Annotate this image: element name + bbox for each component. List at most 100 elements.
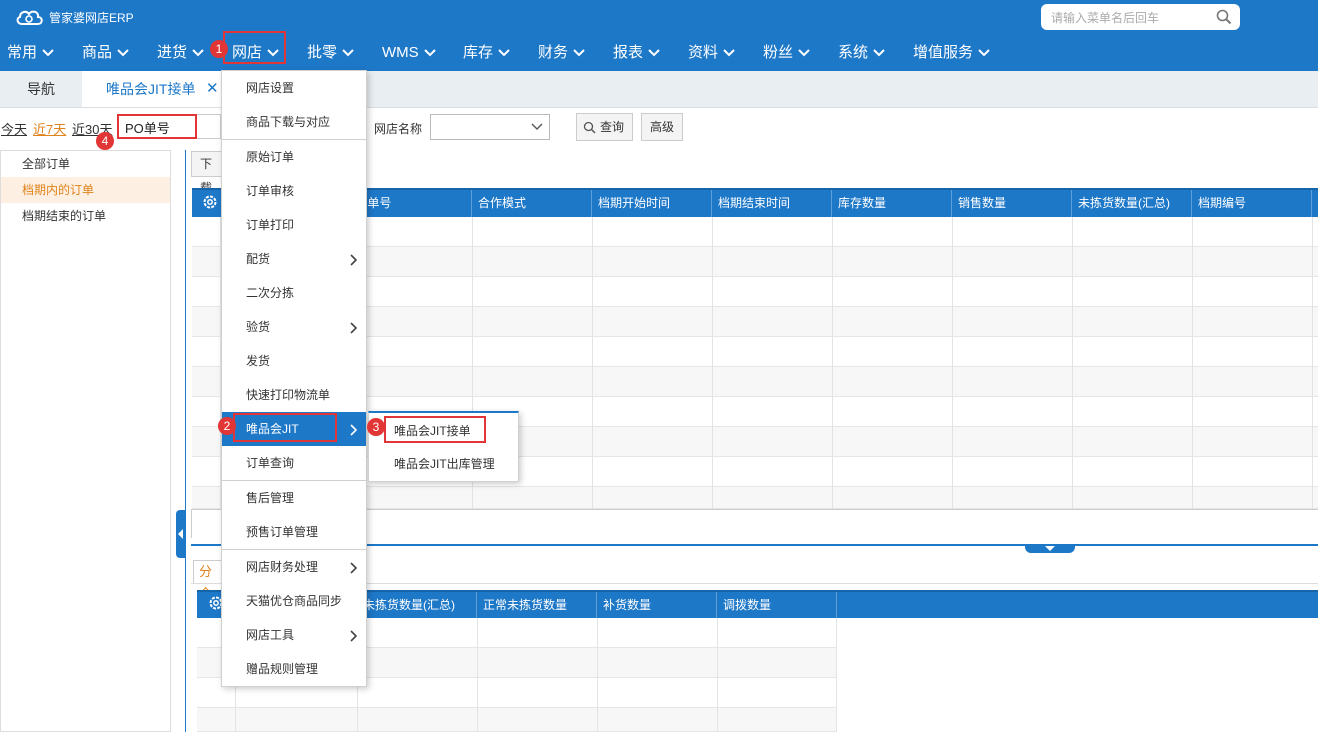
tab-label: 唯品会JIT接单 (106, 81, 196, 97)
tab-navigation[interactable]: 导航 (0, 71, 82, 107)
chevron-down-icon (978, 49, 990, 57)
chevron-right-icon (350, 322, 358, 334)
nav-item-wholesale[interactable]: 批零 (307, 36, 355, 70)
column-header-end-time[interactable]: 档期结束时间 (712, 190, 832, 217)
menu-item-ship[interactable]: 发货 (222, 344, 366, 378)
nav-item-common[interactable]: 常用 (7, 36, 55, 70)
gear-icon[interactable] (201, 193, 219, 211)
po-field-extension (197, 114, 221, 139)
submenu-item-jit-order[interactable]: 唯品会JIT接单 (369, 415, 518, 448)
nav-item-system[interactable]: 系统 (838, 36, 886, 70)
shop-name-select[interactable] (430, 114, 550, 140)
menu-item-vip-jit[interactable]: 唯品会JIT (222, 412, 366, 446)
sidebar-item-all-orders[interactable]: 全部订单 (1, 151, 170, 177)
nav-item-finance[interactable]: 财务 (538, 36, 586, 70)
column-header-replenish[interactable]: 补货数量 (597, 592, 717, 618)
nav-item-wms[interactable]: WMS (382, 36, 437, 70)
nav-item-product[interactable]: 商品 (82, 36, 130, 70)
menu-search-box (1041, 4, 1240, 30)
step-badge: 2 (218, 417, 236, 435)
menu-item-quick-print-logistics[interactable]: 快速打印物流单 (222, 378, 366, 412)
step-badge: 1 (210, 40, 228, 58)
chevron-down-icon (423, 49, 436, 57)
grid-column-line (592, 217, 593, 509)
online-store-dropdown-menu: 网店设置 商品下载与对应 原始订单 订单审核 订单打印 配货 二次分拣 验货 发… (221, 70, 367, 687)
chevron-right-icon (350, 424, 358, 436)
chevron-down-icon (531, 123, 543, 130)
chevron-down-icon (42, 49, 54, 57)
sidebar-item-schedule-ended[interactable]: 档期结束的订单 (1, 203, 170, 229)
column-header-unpicked[interactable]: 未拣货数量(汇总) (1072, 190, 1192, 217)
chevron-down-icon (798, 49, 810, 57)
nav-item-report[interactable]: 报表 (613, 36, 661, 70)
po-number-input[interactable] (123, 119, 197, 136)
advanced-button[interactable]: 高级 (641, 113, 683, 141)
menu-item-store-settings[interactable]: 网店设置 (222, 71, 366, 105)
filter-last7-link[interactable]: 近7天 (33, 119, 66, 138)
splitter-toggle-handle[interactable] (1025, 544, 1075, 553)
grid-column-line (717, 618, 718, 732)
column-header-start-time[interactable]: 档期开始时间 (592, 190, 712, 217)
menu-item-order-query[interactable]: 订单查询 (222, 446, 366, 480)
chevron-right-icon (350, 562, 358, 574)
download-button[interactable]: 下载 (191, 151, 221, 195)
menu-item-product-download[interactable]: 商品下载与对应 (222, 105, 366, 139)
menu-item-store-tools[interactable]: 网店工具 (222, 618, 366, 652)
chevron-down-icon (648, 49, 660, 57)
nav-item-value-added[interactable]: 增值服务 (913, 36, 991, 70)
nav-item-inventory[interactable]: 库存 (463, 36, 511, 70)
menu-item-store-finance[interactable]: 网店财务处理 (222, 550, 366, 584)
grid-column-line (712, 217, 713, 509)
column-header-coop-mode[interactable]: 合作模式 (472, 190, 592, 217)
column-header-unpicked-total[interactable]: 未拣货数量(汇总) (357, 592, 477, 618)
menu-item-order-review[interactable]: 订单审核 (222, 174, 366, 208)
query-button[interactable]: 查询 (576, 113, 633, 141)
filter-today-link[interactable]: 今天 (1, 119, 27, 138)
chevron-down-icon (498, 49, 510, 57)
step-badge: 3 (367, 418, 385, 436)
menu-item-allocation[interactable]: 配货 (222, 242, 366, 276)
grid-column-line (832, 217, 833, 509)
grid-column-line (836, 618, 837, 732)
menu-item-gift-rules[interactable]: 赠品规则管理 (222, 652, 366, 686)
grid-column-line (597, 618, 598, 732)
chevron-right-icon (350, 630, 358, 642)
close-icon[interactable]: ✕ (206, 71, 219, 107)
menu-item-order-print[interactable]: 订单打印 (222, 208, 366, 242)
sidebar-item-in-schedule[interactable]: 档期内的订单 (1, 177, 170, 203)
tab-split-merge[interactable]: 分合 (193, 560, 223, 601)
grid-column-line (477, 618, 478, 732)
tab-vip-jit-order[interactable]: 唯品会JIT接单 (82, 71, 222, 107)
submenu-item-jit-outbound[interactable]: 唯品会JIT出库管理 (369, 448, 518, 481)
column-header-schedule-no[interactable]: 档期编号 (1192, 190, 1312, 217)
nav-item-purchase[interactable]: 进货 (157, 36, 205, 70)
grid-column-line (1192, 217, 1193, 509)
grid-column-line (952, 217, 953, 509)
cloud-logo-icon (16, 10, 43, 25)
po-number-field[interactable] (117, 114, 197, 139)
tab-bar: 导航 唯品会JIT接单 ✕ (0, 71, 1318, 108)
column-header-normal-unpicked[interactable]: 正常未拣货数量 (477, 592, 597, 618)
menu-item-inspection[interactable]: 验货 (222, 310, 366, 344)
shop-name-label: 网店名称 (374, 122, 423, 136)
step-badge: 4 (96, 132, 114, 150)
panel-divider (185, 150, 186, 732)
app-logo[interactable]: 管家婆网店ERP (14, 7, 134, 27)
column-header-transfer[interactable]: 调拨数量 (717, 592, 837, 618)
menu-search-input[interactable] (1049, 8, 1213, 28)
chevron-down-icon (192, 49, 204, 57)
menu-item-presale-orders[interactable]: 预售订单管理 (222, 515, 366, 549)
column-header-sales[interactable]: 销售数量 (952, 190, 1072, 217)
column-header-stock[interactable]: 库存数量 (832, 190, 952, 217)
menu-item-secondary-sort[interactable]: 二次分拣 (222, 276, 366, 310)
nav-item-data[interactable]: 资料 (688, 36, 736, 70)
chevron-down-icon (267, 49, 279, 57)
column-header-po[interactable]: O单号 (352, 190, 472, 217)
nav-item-fans[interactable]: 粉丝 (763, 36, 811, 70)
menu-item-after-sales[interactable]: 售后管理 (222, 481, 366, 515)
search-icon[interactable] (1216, 9, 1232, 25)
nav-item-online-store[interactable]: 网店 (232, 36, 280, 70)
menu-item-tmall-sync[interactable]: 天猫优仓商品同步 (222, 584, 366, 618)
menu-item-original-orders[interactable]: 原始订单 (222, 140, 366, 174)
table-row[interactable] (197, 708, 837, 732)
